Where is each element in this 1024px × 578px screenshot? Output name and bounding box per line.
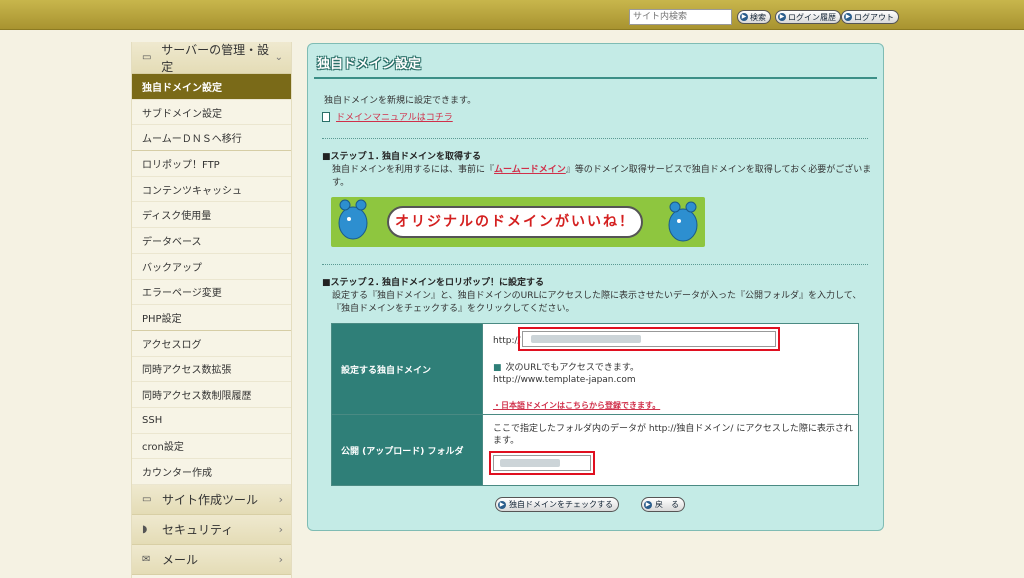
highlight-frame	[489, 451, 595, 475]
login-history-label: ログイン履歴	[788, 12, 836, 22]
document-icon	[322, 111, 330, 122]
table-row: 公開 (アップロード) フォルダ ここで指定したフォルダ内のデータが http:…	[332, 415, 858, 485]
back-label: 戻 る	[655, 500, 679, 509]
sidebar-section-site-tools[interactable]: ▭ サイト作成ツール ›	[132, 485, 291, 515]
chevron-down-icon: ⌄	[274, 52, 283, 63]
sidebar-item-counter[interactable]: カウンター作成	[132, 459, 291, 485]
arrow-icon: ▶	[498, 500, 506, 509]
check-domain-label: 独自ドメインをチェックする	[509, 500, 613, 509]
sidebar-item-content-cache[interactable]: コンテンツキャッシュ	[132, 177, 291, 203]
shield-icon: ◗	[142, 524, 148, 535]
sidebar-section-server[interactable]: ▭ サーバーの管理・設定 ⌄	[132, 42, 291, 74]
chevron-right-icon: ›	[278, 553, 283, 566]
step1-text-before: 独自ドメインを利用するには、事前に『	[332, 165, 495, 175]
search-button[interactable]: ▶ 検索	[737, 10, 771, 24]
sidebar-item-muumuu-dns[interactable]: ムームーＤＮＳへ移行	[132, 125, 291, 152]
step2-heading: ■ステップ２. 独自ドメインをロリポップ！に設定する	[322, 278, 545, 288]
domain-value-cell: http:// ■ 次のURLでもアクセスできます。 http://www.tem…	[484, 324, 858, 414]
www-note: ■ 次のURLでもアクセスできます。	[493, 360, 639, 373]
sidebar-section-label: サイト作成ツール	[162, 493, 259, 507]
page-title: 独自ドメイン設定	[317, 57, 422, 72]
folder-description: ここで指定したフォルダ内のデータが http://独自ドメイン/ にアクセスした…	[493, 424, 853, 446]
sidebar-section-mail[interactable]: ✉ メール ›	[132, 545, 291, 575]
domain-form-table: 設定する独自ドメイン http:// ■ 次のURLでもアクセスできます。 htt…	[331, 323, 859, 486]
japanese-domain-link[interactable]: ・日本語ドメインはこちらから登録できます。	[493, 400, 660, 411]
divider	[322, 138, 868, 139]
divider	[322, 264, 868, 265]
sidebar-item-concurrent-history[interactable]: 同時アクセス数制限履歴	[132, 382, 291, 408]
sidebar-section-label: セキュリティ	[162, 523, 234, 537]
login-history-button[interactable]: ▶ ログイン履歴	[775, 10, 841, 24]
folder-label: 公開 (アップロード) フォルダ	[332, 415, 483, 485]
www-note-text: 次のURLでもアクセスできます。	[505, 363, 640, 373]
chevron-right-icon: ›	[278, 523, 283, 536]
logout-button[interactable]: ▶ ログアウト	[841, 10, 899, 24]
arrow-icon: ▶	[644, 500, 652, 509]
sidebar-item-php[interactable]: PHP設定	[132, 305, 291, 331]
table-row: 設定する独自ドメイン http:// ■ 次のURLでもアクセスできます。 htt…	[332, 324, 858, 415]
step1-text: 独自ドメインを利用するには、事前に『ムームードメイン』等のドメイン取得サービスで…	[332, 164, 872, 190]
domain-label: 設定する独自ドメイン	[332, 324, 483, 414]
logout-label: ログアウト	[854, 12, 894, 22]
manual-link-label: ドメインマニュアルはコチラ	[336, 113, 453, 123]
www-url: http://www.template-japan.com	[493, 375, 636, 385]
title-divider	[314, 77, 877, 79]
chevron-right-icon: ›	[278, 493, 283, 506]
mail-icon: ✉	[142, 554, 151, 565]
square-bullet-icon: ■	[493, 363, 502, 373]
muumuu-domain-link[interactable]: ムームードメイン	[494, 165, 566, 175]
search-button-label: 検索	[750, 12, 766, 22]
folder-value-cell: ここで指定したフォルダ内のデータが http://独自ドメイン/ にアクセスした…	[484, 415, 858, 485]
sidebar-item-ssh[interactable]: SSH	[132, 408, 291, 434]
sidebar-item-disk-usage[interactable]: ディスク使用量	[132, 202, 291, 229]
sidebar-item-database[interactable]: データベース	[132, 228, 291, 254]
step2-text: 設定する『独自ドメイン』と、独自ドメインのURLにアクセスした際に表示させたいデ…	[332, 291, 862, 314]
arrow-icon: ▶	[740, 13, 748, 21]
server-icon: ▭	[142, 52, 152, 63]
sidebar: ▭ サーバーの管理・設定 ⌄ 独自ドメイン設定 サブドメイン設定 ムームーＤＮＳ…	[131, 42, 292, 578]
highlight-frame	[518, 327, 780, 351]
back-button[interactable]: ▶ 戻 る	[641, 497, 685, 512]
sidebar-item-error-page[interactable]: エラーページ変更	[132, 280, 291, 306]
top-bar: ▶ 検索 ▶ ログイン履歴 ▶ ログアウト	[0, 0, 1024, 30]
sidebar-item-backup[interactable]: バックアップ	[132, 254, 291, 280]
http-prefix: http://	[493, 336, 521, 346]
step1-heading: ■ステップ１. 独自ドメインを取得する	[322, 152, 482, 162]
domain-settings-panel: 独自ドメイン設定 独自ドメインを新規に設定できます。 ドメインマニュアルはコチラ…	[307, 43, 884, 531]
banner-text: オリジナルのドメインがいいね！	[387, 206, 643, 238]
arrow-icon: ▶	[778, 13, 786, 21]
sidebar-item-access-log[interactable]: アクセスログ	[132, 331, 291, 357]
sidebar-item-domain[interactable]: 独自ドメイン設定	[132, 74, 291, 100]
sidebar-section-label: メール	[162, 553, 199, 567]
site-search-input[interactable]	[629, 9, 732, 25]
arrow-icon: ▶	[844, 13, 852, 21]
intro-text: 独自ドメインを新規に設定できます。	[324, 96, 477, 106]
laptop-icon: ▭	[142, 494, 152, 505]
domain-manual-link[interactable]: ドメインマニュアルはコチラ	[322, 110, 453, 123]
sidebar-item-cron[interactable]: cron設定	[132, 434, 291, 460]
sidebar-item-subdomain[interactable]: サブドメイン設定	[132, 100, 291, 126]
original-domain-banner[interactable]: オリジナルのドメインがいいね！	[331, 197, 705, 247]
sidebar-section-label: サーバーの管理・設定	[161, 42, 270, 74]
sidebar-section-security[interactable]: ◗ セキュリティ ›	[132, 515, 291, 545]
check-domain-button[interactable]: ▶ 独自ドメインをチェックする	[495, 497, 619, 512]
sidebar-item-ftp[interactable]: ロリポップ！FTP	[132, 151, 291, 177]
sidebar-item-concurrent-access[interactable]: 同時アクセス数拡張	[132, 357, 291, 383]
